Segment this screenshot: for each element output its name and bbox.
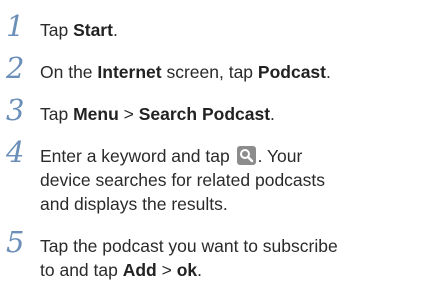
step-text: Enter a keyword and tap . Your device se…: [40, 144, 425, 216]
step-text: Tap Menu > Search Podcast.: [40, 102, 425, 126]
step-text-segment: .: [112, 20, 118, 40]
step-text-segment: to and tap: [40, 260, 123, 280]
step-text-segment: >: [118, 104, 139, 124]
step-text-segment: Enter a keyword and tap: [40, 146, 235, 166]
step-number: 5: [6, 225, 25, 259]
ui-term-internet: Internet: [97, 62, 162, 82]
step-text-segment: .: [270, 104, 275, 124]
step-text: Tap Start.: [40, 18, 425, 42]
search-icon: [236, 146, 256, 165]
ui-term-menu: Menu: [73, 104, 119, 124]
step-text-line: Enter a keyword and tap . Your: [40, 144, 425, 168]
step-text-segment: >: [156, 260, 177, 280]
step-text-segment: On the: [40, 62, 98, 82]
ui-term-add: Add: [122, 260, 157, 280]
step-text-segment: Tap: [40, 20, 74, 40]
ui-term-podcast: Podcast: [257, 62, 326, 82]
step-text-line: Tap the podcast you want to subscribe: [40, 236, 338, 256]
step-text-segment: screen, tap: [161, 62, 258, 82]
step-text-segment: .: [197, 260, 203, 280]
step-text-segment: Tap: [40, 104, 74, 124]
step-text-segment: .: [325, 62, 331, 82]
step-text: On the Internet screen, tap Podcast.: [40, 60, 425, 84]
step-text-line: and displays the results.: [40, 194, 228, 214]
step-number: 3: [6, 93, 25, 127]
ui-term-start: Start: [73, 20, 113, 40]
step-text-line: to and tap Add > ok.: [40, 258, 425, 282]
step-text: Tap the podcast you want to subscribe to…: [40, 234, 425, 282]
ui-term-search-podcast: Search Podcast: [138, 104, 271, 124]
step-number: 2: [6, 51, 25, 85]
step-number: 1: [6, 9, 25, 43]
step-text-line: device searches for related podcasts: [40, 170, 326, 190]
step-number: 4: [6, 135, 25, 169]
instruction-steps: 1 Tap Start. 2 On the Internet screen, t…: [0, 0, 432, 288]
ui-term-ok: ok: [176, 260, 198, 280]
step-text-segment: . Your: [257, 146, 303, 166]
